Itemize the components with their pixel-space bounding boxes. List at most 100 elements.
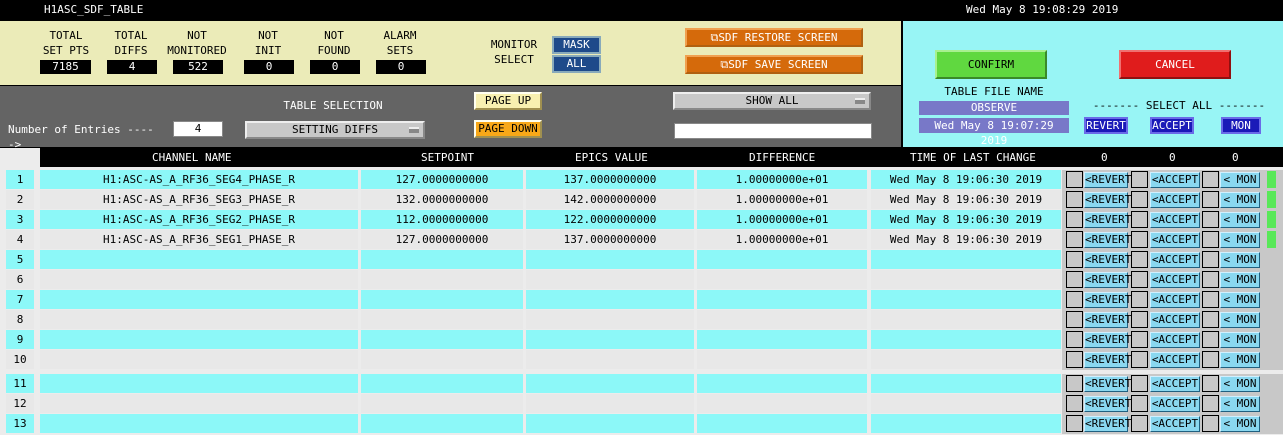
row-mon-button[interactable]: < MON <box>1220 376 1260 392</box>
revert-checkbox[interactable] <box>1066 375 1083 392</box>
col-time-last-change: TIME OF LAST CHANGE <box>910 151 1036 164</box>
page-up-button[interactable]: PAGE UP <box>474 92 542 110</box>
row-accept-button[interactable]: <ACCEPT <box>1150 252 1200 268</box>
accept-checkbox[interactable] <box>1131 251 1148 268</box>
mon-checkbox[interactable] <box>1202 191 1219 208</box>
row-mon-button[interactable]: < MON <box>1220 312 1260 328</box>
stat-not-init: 0 <box>244 60 294 74</box>
row-accept-button[interactable]: <ACCEPT <box>1150 396 1200 412</box>
accept-checkbox[interactable] <box>1131 351 1148 368</box>
accept-checkbox[interactable] <box>1131 331 1148 348</box>
row-mon-button[interactable]: < MON <box>1220 396 1260 412</box>
row-revert-button[interactable]: <REVERT <box>1084 212 1131 228</box>
show-all-dropdown[interactable]: SHOW ALL <box>673 92 871 110</box>
accept-checkbox[interactable] <box>1131 395 1148 412</box>
row-revert-button[interactable]: <REVERT <box>1084 352 1131 368</box>
revert-checkbox[interactable] <box>1066 331 1083 348</box>
mon-checkbox[interactable] <box>1202 415 1219 432</box>
revert-checkbox[interactable] <box>1066 351 1083 368</box>
row-accept-button[interactable]: <ACCEPT <box>1150 292 1200 308</box>
row-mon-button[interactable]: < MON <box>1220 232 1260 248</box>
confirm-button[interactable]: CONFIRM <box>935 50 1047 79</box>
revert-checkbox[interactable] <box>1066 311 1083 328</box>
row-revert-button[interactable]: <REVERT <box>1084 252 1131 268</box>
accept-checkbox[interactable] <box>1131 415 1148 432</box>
row-mon-button[interactable]: < MON <box>1220 252 1260 268</box>
row-accept-button[interactable]: <ACCEPT <box>1150 376 1200 392</box>
mon-checkbox[interactable] <box>1202 251 1219 268</box>
cell-channel <box>40 270 358 289</box>
table-selection-dropdown[interactable]: SETTING DIFFS <box>245 121 425 139</box>
revert-checkbox[interactable] <box>1066 211 1083 228</box>
select-all-accept-button[interactable]: ACCEPT <box>1150 117 1194 134</box>
row-accept-button[interactable]: <ACCEPT <box>1150 212 1200 228</box>
revert-checkbox[interactable] <box>1066 191 1083 208</box>
accept-checkbox[interactable] <box>1131 375 1148 392</box>
sdf-save-screen-button[interactable]: ⧉SDF SAVE SCREEN <box>685 55 863 74</box>
mon-checkbox[interactable] <box>1202 291 1219 308</box>
mon-checkbox[interactable] <box>1202 271 1219 288</box>
row-revert-button[interactable]: <REVERT <box>1084 172 1131 188</box>
cancel-button[interactable]: CANCEL <box>1119 50 1231 79</box>
cell-difference: 1.00000000e+01 <box>697 210 867 229</box>
mon-checkbox[interactable] <box>1202 211 1219 228</box>
revert-checkbox[interactable] <box>1066 415 1083 432</box>
row-mon-button[interactable]: < MON <box>1220 292 1260 308</box>
row-mon-button[interactable]: < MON <box>1220 416 1260 432</box>
accept-checkbox[interactable] <box>1131 271 1148 288</box>
row-accept-button[interactable]: <ACCEPT <box>1150 272 1200 288</box>
cell-setpoint <box>361 394 523 413</box>
row-mon-button[interactable]: < MON <box>1220 192 1260 208</box>
mon-checkbox[interactable] <box>1202 351 1219 368</box>
revert-checkbox[interactable] <box>1066 251 1083 268</box>
revert-checkbox[interactable] <box>1066 171 1083 188</box>
row-accept-button[interactable]: <ACCEPT <box>1150 232 1200 248</box>
revert-checkbox[interactable] <box>1066 395 1083 412</box>
row-revert-button[interactable]: <REVERT <box>1084 312 1131 328</box>
accept-checkbox[interactable] <box>1131 211 1148 228</box>
row-mon-button[interactable]: < MON <box>1220 172 1260 188</box>
mon-checkbox[interactable] <box>1202 171 1219 188</box>
accept-checkbox[interactable] <box>1131 311 1148 328</box>
mon-checkbox[interactable] <box>1202 311 1219 328</box>
accept-checkbox[interactable] <box>1131 171 1148 188</box>
row-revert-button[interactable]: <REVERT <box>1084 292 1131 308</box>
row-revert-button[interactable]: <REVERT <box>1084 272 1131 288</box>
page-down-button[interactable]: PAGE DOWN <box>474 120 542 138</box>
accept-checkbox[interactable] <box>1131 191 1148 208</box>
select-all-revert-button[interactable]: REVERT <box>1084 117 1128 134</box>
mon-checkbox[interactable] <box>1202 375 1219 392</box>
mon-checkbox[interactable] <box>1202 231 1219 248</box>
cell-difference <box>697 350 867 369</box>
accept-checkbox[interactable] <box>1131 231 1148 248</box>
row-mon-button[interactable]: < MON <box>1220 332 1260 348</box>
row-accept-button[interactable]: <ACCEPT <box>1150 332 1200 348</box>
row-accept-button[interactable]: <ACCEPT <box>1150 416 1200 432</box>
mask-button[interactable]: MASK <box>552 36 601 54</box>
row-revert-button[interactable]: <REVERT <box>1084 396 1131 412</box>
row-mon-button[interactable]: < MON <box>1220 212 1260 228</box>
row-accept-button[interactable]: <ACCEPT <box>1150 312 1200 328</box>
row-accept-button[interactable]: <ACCEPT <box>1150 192 1200 208</box>
row-revert-button[interactable]: <REVERT <box>1084 192 1131 208</box>
revert-checkbox[interactable] <box>1066 231 1083 248</box>
row-revert-button[interactable]: <REVERT <box>1084 332 1131 348</box>
row-accept-button[interactable]: <ACCEPT <box>1150 172 1200 188</box>
filter-input[interactable] <box>674 123 872 139</box>
row-mon-button[interactable]: < MON <box>1220 352 1260 368</box>
row-revert-button[interactable]: <REVERT <box>1084 376 1131 392</box>
row-revert-button[interactable]: <REVERT <box>1084 232 1131 248</box>
row-accept-button[interactable]: <ACCEPT <box>1150 352 1200 368</box>
revert-checkbox[interactable] <box>1066 271 1083 288</box>
accept-checkbox[interactable] <box>1131 291 1148 308</box>
all-button[interactable]: ALL <box>552 55 601 73</box>
sdf-restore-screen-button[interactable]: ⧉SDF RESTORE SCREEN <box>685 28 863 47</box>
cell-epics-value <box>526 250 694 269</box>
row-revert-button[interactable]: <REVERT <box>1084 416 1131 432</box>
mon-checkbox[interactable] <box>1202 331 1219 348</box>
mon-checkbox[interactable] <box>1202 395 1219 412</box>
row-mon-button[interactable]: < MON <box>1220 272 1260 288</box>
revert-checkbox[interactable] <box>1066 291 1083 308</box>
entries-count: 4 <box>173 121 223 137</box>
select-all-mon-button[interactable]: MON <box>1221 117 1261 134</box>
